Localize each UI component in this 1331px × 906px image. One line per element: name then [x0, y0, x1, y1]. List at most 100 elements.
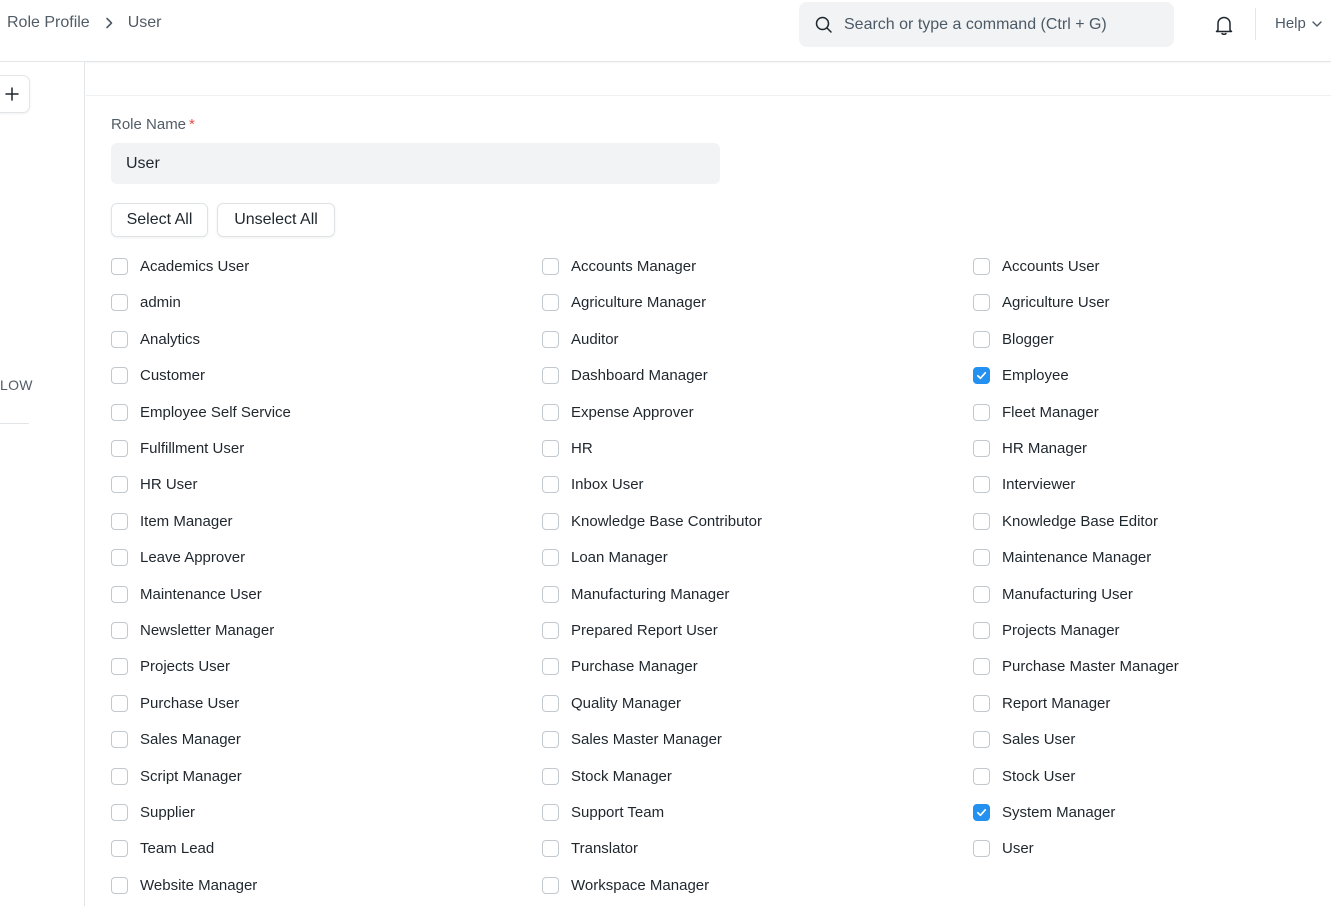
select-all-button[interactable]: Select All: [111, 203, 208, 237]
breadcrumb-role-profile[interactable]: Role Profile: [7, 14, 90, 32]
role-checkbox-item[interactable]: Purchase User: [111, 691, 239, 715]
role-checkbox-item[interactable]: Sales User: [973, 727, 1075, 751]
sidebar-label[interactable]: LOW: [0, 377, 33, 393]
role-checkbox-item[interactable]: Agriculture Manager: [542, 290, 706, 314]
role-checkbox-item[interactable]: Support Team: [542, 800, 664, 824]
role-checkbox-item[interactable]: Manufacturing User: [973, 582, 1133, 606]
role-checkbox-item[interactable]: Interviewer: [973, 472, 1075, 496]
checkbox[interactable]: [973, 657, 990, 675]
role-checkbox-item[interactable]: Academics User: [111, 254, 249, 278]
checkbox[interactable]: [111, 293, 128, 311]
role-checkbox-item[interactable]: Employee Self Service: [111, 400, 291, 424]
checkbox[interactable]: [973, 330, 990, 348]
role-checkbox-item[interactable]: Accounts User: [973, 254, 1100, 278]
role-checkbox-item[interactable]: Blogger: [973, 327, 1054, 351]
checkbox[interactable]: [973, 475, 990, 493]
checkbox[interactable]: [111, 475, 128, 493]
role-checkbox-item[interactable]: Sales Master Manager: [542, 727, 722, 751]
role-checkbox-item[interactable]: System Manager: [973, 800, 1115, 824]
checkbox[interactable]: [542, 257, 559, 275]
role-checkbox-item[interactable]: Maintenance User: [111, 582, 262, 606]
checkbox[interactable]: [542, 512, 559, 530]
checkbox[interactable]: [973, 767, 990, 785]
search-input[interactable]: Search or type a command (Ctrl + G): [844, 16, 1107, 34]
checkbox[interactable]: [542, 803, 559, 821]
checkbox[interactable]: [542, 876, 559, 894]
checkbox[interactable]: [111, 548, 128, 566]
checkbox[interactable]: [111, 366, 128, 384]
checkbox[interactable]: [111, 512, 128, 530]
checkbox[interactable]: [111, 803, 128, 821]
role-checkbox-item[interactable]: Employee: [973, 363, 1069, 387]
checkbox[interactable]: [542, 366, 559, 384]
checkbox[interactable]: [973, 730, 990, 748]
checkbox[interactable]: [542, 403, 559, 421]
checkbox[interactable]: [973, 439, 990, 457]
checkbox[interactable]: [542, 293, 559, 311]
add-button[interactable]: [0, 75, 30, 113]
checkbox[interactable]: [111, 621, 128, 639]
role-checkbox-item[interactable]: admin: [111, 290, 181, 314]
role-checkbox-item[interactable]: Website Manager: [111, 873, 257, 897]
checkbox[interactable]: [973, 694, 990, 712]
checkbox[interactable]: [111, 839, 128, 857]
role-checkbox-item[interactable]: Dashboard Manager: [542, 363, 708, 387]
role-checkbox-item[interactable]: Projects User: [111, 654, 230, 678]
role-checkbox-item[interactable]: Loan Manager: [542, 545, 668, 569]
checkbox[interactable]: [111, 657, 128, 675]
role-checkbox-item[interactable]: Item Manager: [111, 509, 233, 533]
checkbox[interactable]: [973, 257, 990, 275]
checkbox-checked[interactable]: [973, 366, 990, 384]
checkbox[interactable]: [542, 330, 559, 348]
checkbox[interactable]: [111, 730, 128, 748]
checkbox[interactable]: [973, 403, 990, 421]
checkbox[interactable]: [973, 512, 990, 530]
role-checkbox-item[interactable]: Fleet Manager: [973, 400, 1099, 424]
checkbox[interactable]: [973, 293, 990, 311]
checkbox[interactable]: [542, 475, 559, 493]
checkbox[interactable]: [542, 657, 559, 675]
role-checkbox-item[interactable]: Stock User: [973, 764, 1075, 788]
checkbox[interactable]: [542, 621, 559, 639]
role-checkbox-item[interactable]: Supplier: [111, 800, 195, 824]
checkbox[interactable]: [111, 767, 128, 785]
checkbox[interactable]: [111, 585, 128, 603]
role-checkbox-item[interactable]: Workspace Manager: [542, 873, 709, 897]
checkbox-checked[interactable]: [973, 803, 990, 821]
role-checkbox-item[interactable]: Knowledge Base Contributor: [542, 509, 762, 533]
checkbox[interactable]: [111, 876, 128, 894]
role-checkbox-item[interactable]: User: [973, 836, 1034, 860]
role-checkbox-item[interactable]: Purchase Master Manager: [973, 654, 1179, 678]
role-checkbox-item[interactable]: Accounts Manager: [542, 254, 696, 278]
checkbox[interactable]: [542, 694, 559, 712]
role-checkbox-item[interactable]: Leave Approver: [111, 545, 245, 569]
checkbox[interactable]: [542, 839, 559, 857]
role-checkbox-item[interactable]: Script Manager: [111, 764, 242, 788]
role-checkbox-item[interactable]: Customer: [111, 363, 205, 387]
role-checkbox-item[interactable]: Auditor: [542, 327, 619, 351]
role-checkbox-item[interactable]: Analytics: [111, 327, 200, 351]
role-checkbox-item[interactable]: Agriculture User: [973, 290, 1110, 314]
role-checkbox-item[interactable]: HR User: [111, 472, 198, 496]
checkbox[interactable]: [111, 694, 128, 712]
notification-bell-icon[interactable]: [1212, 13, 1236, 37]
role-checkbox-item[interactable]: Quality Manager: [542, 691, 681, 715]
role-checkbox-item[interactable]: Manufacturing Manager: [542, 582, 729, 606]
checkbox[interactable]: [542, 730, 559, 748]
checkbox[interactable]: [973, 839, 990, 857]
checkbox[interactable]: [111, 403, 128, 421]
checkbox[interactable]: [111, 257, 128, 275]
checkbox[interactable]: [542, 548, 559, 566]
role-checkbox-item[interactable]: Report Manager: [973, 691, 1110, 715]
role-checkbox-item[interactable]: Stock Manager: [542, 764, 672, 788]
checkbox[interactable]: [542, 767, 559, 785]
role-checkbox-item[interactable]: Expense Approver: [542, 400, 694, 424]
checkbox[interactable]: [111, 439, 128, 457]
role-checkbox-item[interactable]: Inbox User: [542, 472, 644, 496]
role-checkbox-item[interactable]: Translator: [542, 836, 638, 860]
checkbox[interactable]: [973, 621, 990, 639]
role-checkbox-item[interactable]: Team Lead: [111, 836, 214, 860]
checkbox[interactable]: [111, 330, 128, 348]
breadcrumb-user[interactable]: User: [128, 14, 162, 32]
search-bar[interactable]: Search or type a command (Ctrl + G): [799, 2, 1174, 47]
